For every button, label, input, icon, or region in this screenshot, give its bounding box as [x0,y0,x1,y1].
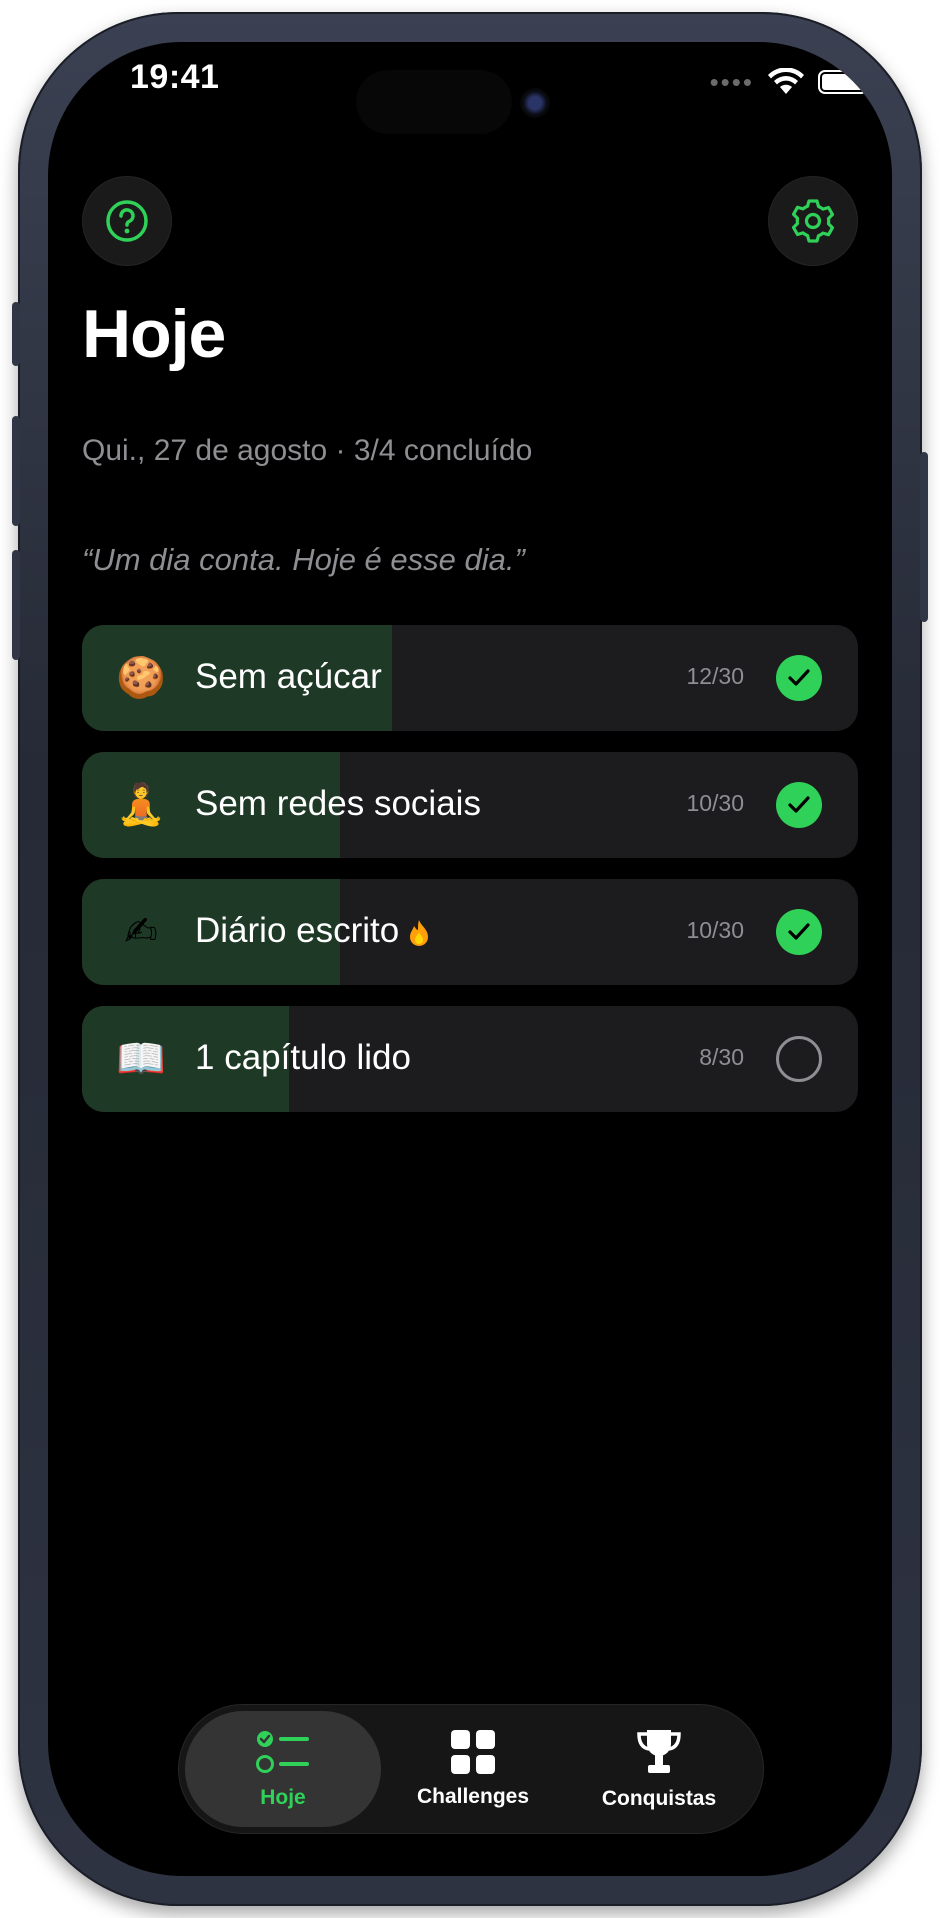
habit-check-button[interactable] [776,782,822,828]
help-circle-icon [106,200,148,242]
checkmark-icon [788,796,810,813]
help-button[interactable] [82,176,172,266]
habit-row-sem-acucar[interactable]: 🍪 Sem açúcar 12/30 [82,625,858,731]
habit-row-diario-escrito[interactable]: ✍ Diário escrito 10/30 [82,879,858,985]
habit-name: 1 capítulo lido [195,1038,411,1077]
habit-count: 10/30 [686,917,744,943]
tab-label: Conquistas [601,1787,717,1810]
dynamic-island [356,70,512,134]
cookie-icon: 🍪 [116,655,166,701]
tab-hoje[interactable]: Hoje [185,1711,381,1827]
habit-name: Sem açúcar [195,657,382,696]
checkmark-icon [788,669,810,686]
status-time: 19:41 [130,58,220,96]
habit-check-button[interactable] [776,1036,822,1082]
fire-streak-icon [410,919,429,946]
action-button [12,302,20,366]
habit-check-button[interactable] [776,909,822,955]
power-button [920,452,928,622]
habit-row-sem-redes-sociais[interactable]: 🧘 Sem redes sociais 10/30 [82,752,858,858]
habit-name: Sem redes sociais [195,784,481,823]
habit-check-button[interactable] [776,655,822,701]
writing-hand-icon: ✍ [124,909,158,955]
tab-label: Hoje [260,1786,306,1809]
habit-name-wrapper: Diário escrito [195,911,431,951]
trophy-icon [637,1730,681,1773]
tab-label: Challenges [416,1785,530,1808]
phone-frame: 19:41 •••• Hoje Qui., 27 de agosto · 3/4… [12,12,928,1906]
signal-icon: •••• [709,67,754,97]
habit-count: 12/30 [686,663,744,689]
status-icons: •••• [709,67,872,97]
date-summary: Qui., 27 de agosto · 3/4 concluído [82,434,533,467]
grid-icon [451,1730,495,1774]
tab-conquistas[interactable]: Conquistas [561,1711,757,1827]
page-title: Hoje [82,296,226,372]
habit-count: 10/30 [686,790,744,816]
camera-icon [520,88,550,118]
battery-icon [818,70,872,94]
habit-count: 8/30 [699,1044,744,1070]
meditation-icon: 🧘 [116,782,166,828]
checklist-icon [256,1731,309,1773]
tab-bar: Hoje Challenges Conquistas [178,1704,764,1834]
habit-list: 🍪 Sem açúcar 12/30 🧘 Sem redes sociais 1… [82,625,858,1133]
settings-button[interactable] [768,176,858,266]
screen: 19:41 •••• Hoje Qui., 27 de agosto · 3/4… [48,42,892,1876]
open-book-icon: 📖 [116,1036,166,1082]
checkmark-icon [788,923,810,940]
wifi-icon [768,68,804,94]
habit-name: Diário escrito [195,911,400,950]
motivational-quote: “Um dia conta. Hoje é esse dia.” [82,542,525,577]
tab-challenges[interactable]: Challenges [375,1711,571,1827]
volume-up-button [12,416,20,526]
gear-icon [791,199,835,243]
volume-down-button [12,550,20,660]
habit-row-capitulo-lido[interactable]: 📖 1 capítulo lido 8/30 [82,1006,858,1112]
